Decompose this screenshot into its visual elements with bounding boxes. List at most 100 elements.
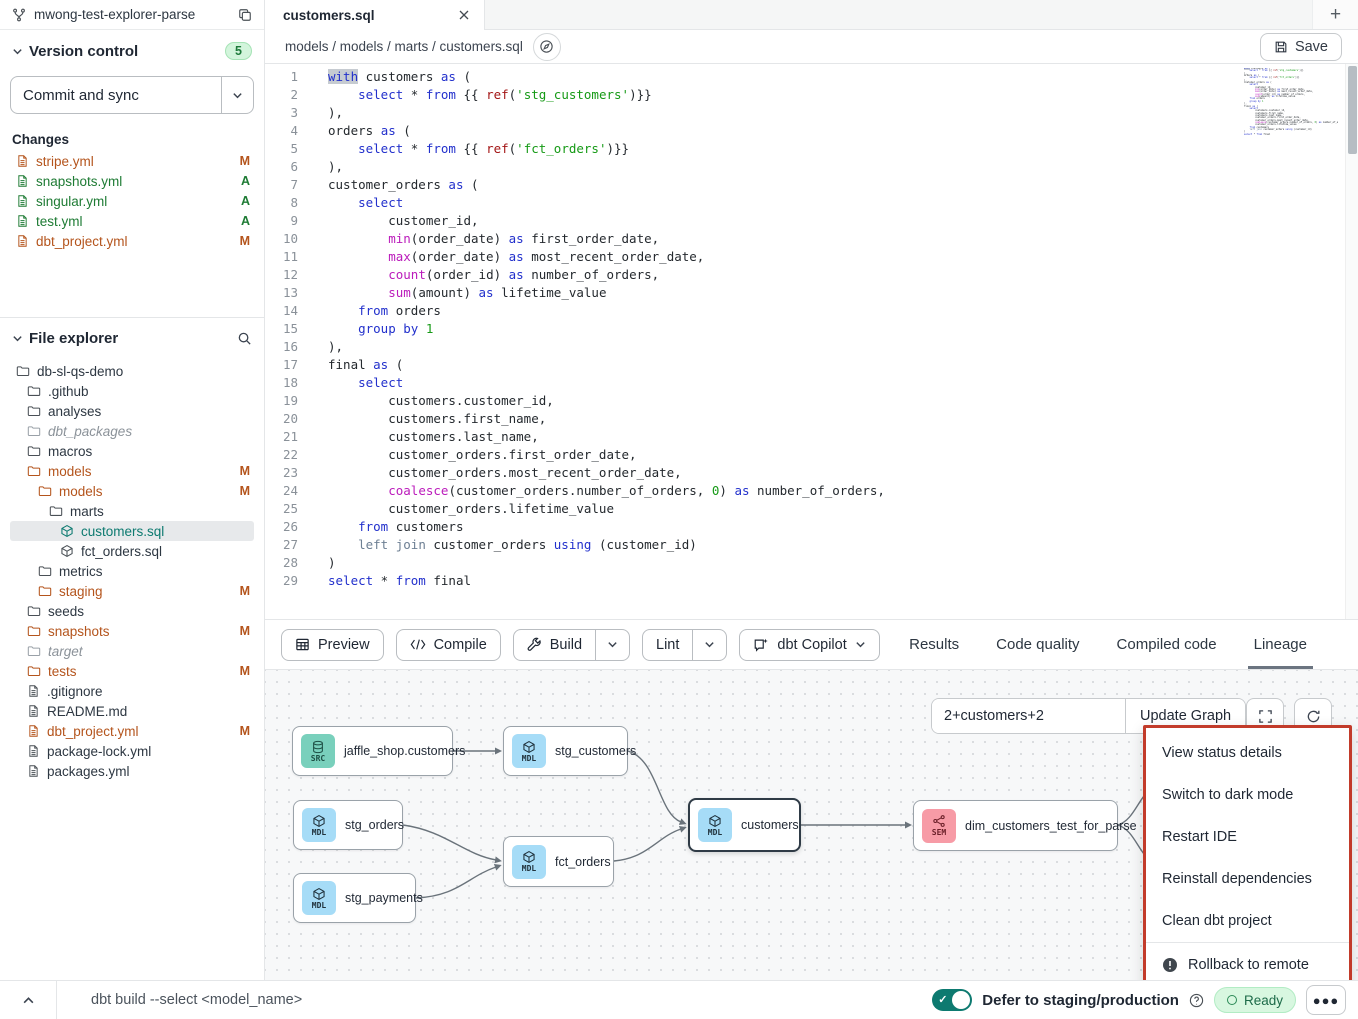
mdl-badge: MDL	[512, 845, 546, 879]
copy-icon[interactable]	[238, 8, 252, 22]
save-icon	[1274, 40, 1288, 54]
tree-item-analyses[interactable]: analyses	[10, 401, 254, 421]
tree-item-tests[interactable]: testsM	[10, 661, 254, 681]
changes-list: stripe.ymlMsnapshots.ymlAsingular.ymlAte…	[10, 151, 254, 251]
tree-item-target[interactable]: target	[10, 641, 254, 661]
tree-item-packages.yml[interactable]: packages.yml	[10, 761, 254, 781]
build-options-caret[interactable]	[595, 630, 629, 660]
folder-icon	[27, 644, 41, 658]
menu-item-rollback-to-remote[interactable]: Rollback to remote	[1146, 943, 1349, 980]
lint-button-group: Lint	[642, 629, 727, 661]
tree-item-package-lock.yml[interactable]: package-lock.yml	[10, 741, 254, 761]
chevron-down-icon[interactable]	[12, 46, 23, 57]
explorer-compass-icon[interactable]	[533, 33, 561, 61]
breadcrumb: models / models / marts / customers.sql	[285, 39, 523, 54]
lineage-selector-input[interactable]	[932, 699, 1125, 733]
lineage-node-customers[interactable]: MDLcustomers	[688, 798, 801, 852]
defer-label: Defer to staging/production	[982, 992, 1179, 1009]
change-row-snapshots.yml[interactable]: snapshots.ymlA	[10, 171, 254, 191]
tree-item-db-sl-qs-demo[interactable]: db-sl-qs-demo	[10, 361, 254, 381]
lineage-node-dim_customers_test_for_parse[interactable]: SEMdim_customers_test_for_parse	[913, 800, 1118, 851]
change-row-dbt_project.yml[interactable]: dbt_project.ymlM	[10, 231, 254, 251]
panel-tab-results[interactable]: Results	[907, 620, 961, 669]
model-icon	[60, 524, 74, 538]
panel-tab-code-quality[interactable]: Code quality	[994, 620, 1081, 669]
menu-item-view-status-details[interactable]: View status details	[1146, 732, 1349, 774]
changes-count-badge: 5	[225, 42, 252, 60]
command-input[interactable]	[57, 981, 932, 1019]
tree-item-macros[interactable]: macros	[10, 441, 254, 461]
search-icon[interactable]	[237, 331, 252, 346]
scrollbar-thumb[interactable]	[1348, 66, 1357, 154]
panel-tab-compiled-code[interactable]: Compiled code	[1115, 620, 1219, 669]
lineage-node-jaffle_shop.customers[interactable]: SRCjaffle_shop.customers	[292, 726, 453, 776]
model-icon	[60, 544, 74, 558]
tree-item-seeds[interactable]: seeds	[10, 601, 254, 621]
code-editor[interactable]: 1with customers as (2 select * from {{ r…	[265, 64, 1358, 620]
dbt-copilot-button[interactable]: dbt Copilot	[739, 629, 879, 661]
tree-item-metrics[interactable]: metrics	[10, 561, 254, 581]
tree-item-dbt_project.yml[interactable]: dbt_project.ymlM	[10, 721, 254, 741]
commit-options-caret[interactable]	[221, 77, 253, 113]
folder-icon	[49, 504, 63, 518]
tree-item-customers.sql[interactable]: customers.sql	[10, 521, 254, 541]
commit-and-sync-label: Commit and sync	[11, 77, 221, 113]
change-row-test.yml[interactable]: test.ymlA	[10, 211, 254, 231]
chevron-down-icon[interactable]	[12, 333, 23, 344]
close-icon[interactable]	[458, 9, 470, 21]
tree-item-snapshots[interactable]: snapshotsM	[10, 621, 254, 641]
tree-item-README.md[interactable]: README.md	[10, 701, 254, 721]
table-icon	[295, 637, 310, 652]
chevron-down-icon	[855, 639, 866, 650]
action-toolbar: Preview Compile Build	[265, 620, 1358, 670]
tree-item-models[interactable]: modelsM	[10, 461, 254, 481]
more-options-button[interactable]: ●●●	[1306, 985, 1346, 1015]
file-tree: db-sl-qs-demo.githubanalysesdbt_packages…	[10, 361, 254, 781]
lint-options-caret[interactable]	[692, 630, 726, 660]
tree-item-marts[interactable]: marts	[10, 501, 254, 521]
build-button[interactable]: Build	[514, 630, 595, 660]
compile-button[interactable]: Compile	[396, 629, 501, 661]
preview-button[interactable]: Preview	[281, 629, 384, 661]
build-label: Build	[550, 637, 582, 653]
new-tab-button[interactable]: +	[1312, 0, 1358, 29]
menu-item-clean-dbt-project[interactable]: Clean dbt project	[1146, 900, 1349, 942]
defer-toggle[interactable]: ✓	[932, 989, 972, 1011]
file-icon	[16, 154, 29, 168]
lineage-node-stg_payments[interactable]: MDLstg_payments	[293, 873, 416, 923]
code-lines: 1with customers as (2 select * from {{ r…	[265, 64, 1358, 590]
tree-item-models[interactable]: modelsM	[10, 481, 254, 501]
mdl-badge: MDL	[302, 808, 336, 842]
save-button[interactable]: Save	[1260, 33, 1342, 61]
editor-scrollbar[interactable]	[1345, 64, 1358, 619]
lint-button[interactable]: Lint	[643, 630, 692, 660]
ready-label: Ready	[1244, 993, 1283, 1008]
lineage-canvas: SRCjaffle_shop.customers MDLstg_customers…	[265, 670, 1358, 980]
tree-item-fct_orders.sql[interactable]: fct_orders.sql	[10, 541, 254, 561]
menu-item-restart-ide[interactable]: Restart IDE	[1146, 816, 1349, 858]
file-icon	[16, 214, 29, 228]
lineage-node-stg_orders[interactable]: MDLstg_orders	[293, 800, 403, 850]
lineage-node-stg_customers[interactable]: MDLstg_customers	[503, 726, 628, 776]
build-button-group: Build	[513, 629, 630, 661]
tree-item-staging[interactable]: stagingM	[10, 581, 254, 601]
chevron-up-icon[interactable]	[0, 981, 56, 1019]
menu-item-switch-to-dark-mode[interactable]: Switch to dark mode	[1146, 774, 1349, 816]
changes-heading: Changes	[10, 132, 254, 147]
tree-item-.gitignore[interactable]: .gitignore	[10, 681, 254, 701]
tree-item-dbt_packages[interactable]: dbt_packages	[10, 421, 254, 441]
save-label: Save	[1295, 39, 1328, 55]
change-row-stripe.yml[interactable]: stripe.ymlM	[10, 151, 254, 171]
tab-customers-sql[interactable]: customers.sql	[265, 0, 485, 30]
project-name: mwong-test-explorer-parse	[34, 7, 230, 22]
folder-icon	[27, 384, 41, 398]
folder-icon	[16, 364, 30, 378]
preview-label: Preview	[318, 637, 370, 653]
menu-item-reinstall-dependencies[interactable]: Reinstall dependencies	[1146, 858, 1349, 900]
change-row-singular.yml[interactable]: singular.ymlA	[10, 191, 254, 211]
commit-and-sync-button[interactable]: Commit and sync	[10, 76, 254, 114]
panel-tab-lineage[interactable]: Lineage	[1252, 620, 1309, 669]
tree-item-.github[interactable]: .github	[10, 381, 254, 401]
help-circle-icon[interactable]	[1189, 993, 1204, 1008]
lineage-node-fct_orders[interactable]: MDLfct_orders	[503, 836, 614, 887]
